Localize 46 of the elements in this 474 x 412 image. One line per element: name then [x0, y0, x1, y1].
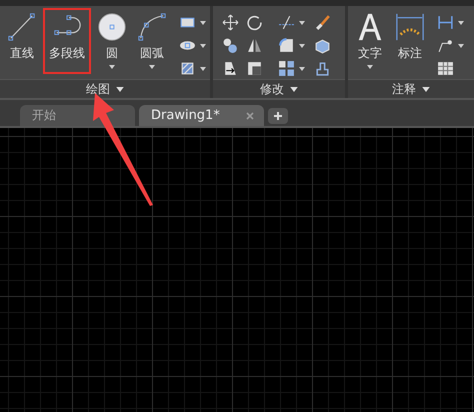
brush-icon	[314, 14, 331, 31]
caret-icon	[299, 66, 305, 70]
linear-dimension-icon	[437, 14, 454, 31]
hatch-icon	[179, 60, 196, 77]
close-icon[interactable]	[246, 112, 254, 120]
arc-icon	[137, 12, 167, 42]
table-icon	[437, 60, 454, 77]
scale-icon	[246, 60, 263, 77]
tool-button[interactable]: 标注	[391, 8, 429, 66]
caret-icon	[299, 20, 305, 24]
caret-icon	[200, 20, 206, 24]
tool-button[interactable]: 圆弧	[133, 8, 171, 73]
caret-icon	[109, 65, 115, 69]
panel-title-button[interactable]: 绘图	[84, 80, 126, 98]
caret-icon	[367, 65, 373, 69]
box-icon	[314, 37, 331, 54]
line-icon	[7, 12, 37, 42]
offset-icon	[314, 60, 331, 77]
dimension-icon	[395, 12, 425, 42]
caret-icon	[458, 44, 464, 48]
caret-icon	[149, 65, 155, 69]
tool-button[interactable]: 圆	[93, 8, 131, 73]
plus-icon	[273, 111, 283, 121]
file-tab[interactable]: Drawing1*	[139, 105, 264, 126]
caret-icon	[290, 86, 298, 92]
caret-icon	[299, 44, 305, 48]
tab-label: 开始	[32, 107, 57, 124]
tab-label: Drawing1*	[151, 108, 221, 123]
caret-icon	[200, 44, 206, 48]
move-icon	[222, 14, 239, 31]
mirror-icon	[246, 37, 263, 54]
tool-button[interactable]: 直线	[3, 8, 41, 66]
caret-icon	[458, 20, 464, 24]
caret-icon	[200, 66, 206, 70]
circle-icon	[97, 12, 127, 42]
rotate-icon	[246, 14, 263, 31]
copy-icon	[222, 37, 239, 54]
new-tab-button[interactable]	[268, 108, 288, 124]
leader-icon	[437, 37, 454, 54]
tool-button[interactable]: 文字	[351, 8, 389, 73]
caret-icon	[422, 86, 430, 92]
trim-icon	[278, 14, 295, 31]
array-icon	[278, 60, 295, 77]
fillet-icon	[278, 37, 295, 54]
stretch-icon	[222, 60, 239, 77]
tool-button[interactable]: 多段线	[43, 8, 91, 74]
